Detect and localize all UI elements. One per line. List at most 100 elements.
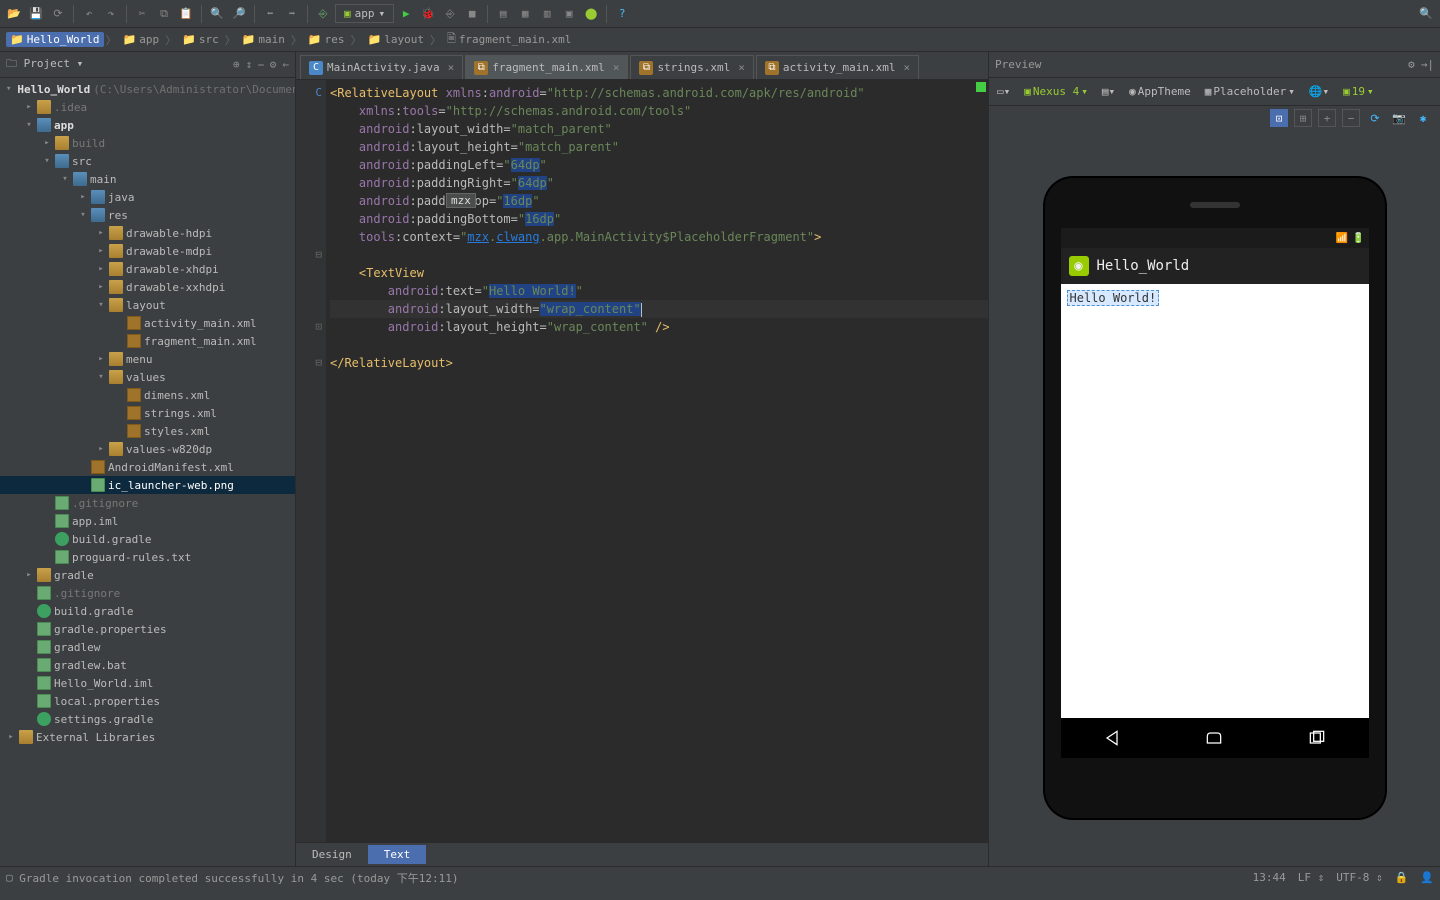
- minimize-icon[interactable]: ←: [282, 58, 289, 72]
- crumb-src[interactable]: 📁 src: [178, 32, 223, 47]
- close-icon[interactable]: ×: [904, 61, 911, 74]
- tree-item[interactable]: ▾main: [0, 170, 295, 188]
- tree-item[interactable]: ic_launcher-web.png: [0, 476, 295, 494]
- close-icon[interactable]: ×: [738, 61, 745, 74]
- run-icon[interactable]: ▶: [396, 4, 416, 24]
- tree-item[interactable]: build.gradle: [0, 530, 295, 548]
- project-tree[interactable]: ▾Hello_World (C:\Users\Administrator\Doc…: [0, 78, 295, 866]
- tree-item[interactable]: ▸build: [0, 134, 295, 152]
- tree-item[interactable]: ▸drawable-hdpi: [0, 224, 295, 242]
- tree-item[interactable]: ▾src: [0, 152, 295, 170]
- code-editor[interactable]: <RelativeLayout xmlns:android="http://sc…: [326, 80, 988, 842]
- tree-item[interactable]: .gitignore: [0, 584, 295, 602]
- refresh-icon[interactable]: ⟳: [1366, 109, 1384, 127]
- zoom-out-icon[interactable]: −: [1342, 109, 1360, 127]
- tree-item[interactable]: settings.gradle: [0, 710, 295, 728]
- theme-select[interactable]: ◉ AppTheme: [1125, 83, 1195, 100]
- stop-icon[interactable]: ■: [462, 4, 482, 24]
- crumb-root[interactable]: 📁 Hello_World: [6, 32, 104, 47]
- hector-icon[interactable]: 👤: [1420, 871, 1434, 884]
- help-icon[interactable]: ?: [612, 4, 632, 24]
- tree-item[interactable]: proguard-rules.txt: [0, 548, 295, 566]
- screenshot-icon[interactable]: 📷: [1390, 109, 1408, 127]
- monitor-icon[interactable]: ▣: [559, 4, 579, 24]
- build-icon[interactable]: ⎆: [313, 4, 333, 24]
- settings-preview-icon[interactable]: ✱: [1414, 109, 1432, 127]
- collapse-icon[interactable]: ⊕: [233, 58, 240, 72]
- paste-icon[interactable]: 📋: [176, 4, 196, 24]
- tree-item[interactable]: Hello_World.iml: [0, 674, 295, 692]
- ddms-icon[interactable]: ▥: [537, 4, 557, 24]
- redo-icon[interactable]: ↷: [101, 4, 121, 24]
- tree-item[interactable]: .gitignore: [0, 494, 295, 512]
- close-icon[interactable]: ×: [613, 61, 620, 74]
- tree-item[interactable]: gradle.properties: [0, 620, 295, 638]
- back-icon[interactable]: ⬅: [260, 4, 280, 24]
- sdk-icon[interactable]: ▦: [515, 4, 535, 24]
- zoom-actual-icon[interactable]: ⊞: [1294, 109, 1312, 127]
- status-encoding[interactable]: UTF-8 ⇕: [1336, 871, 1382, 884]
- tree-item[interactable]: ▸External Libraries: [0, 728, 295, 746]
- copy-icon[interactable]: ⧉: [154, 4, 174, 24]
- crumb-layout[interactable]: 📁 layout: [364, 32, 428, 47]
- zoom-fit-icon[interactable]: ⊡: [1270, 109, 1288, 127]
- tree-item[interactable]: gradlew: [0, 638, 295, 656]
- tree-item[interactable]: dimens.xml: [0, 386, 295, 404]
- crumb-res[interactable]: 📁 res: [304, 32, 349, 47]
- cut-icon[interactable]: ✂: [132, 4, 152, 24]
- gear-icon[interactable]: ⚙: [270, 58, 277, 72]
- tree-item[interactable]: local.properties: [0, 692, 295, 710]
- undo-icon[interactable]: ↶: [79, 4, 99, 24]
- tree-item[interactable]: ▾values: [0, 368, 295, 386]
- tree-item[interactable]: ▸java: [0, 188, 295, 206]
- lock-icon[interactable]: 🔒: [1395, 871, 1409, 884]
- layout-canvas[interactable]: Hello World!: [1061, 284, 1369, 718]
- crumb-file[interactable]: 🗎 fragment_main.xml: [443, 29, 575, 50]
- fragment-select[interactable]: ▦ Placeholder▾: [1201, 83, 1299, 100]
- tree-item[interactable]: ▾res: [0, 206, 295, 224]
- sync-icon[interactable]: ⟳: [48, 4, 68, 24]
- tree-item[interactable]: styles.xml: [0, 422, 295, 440]
- find-icon[interactable]: 🔍: [207, 4, 227, 24]
- avd-icon[interactable]: ▤: [493, 4, 513, 24]
- run-config-select[interactable]: ▣app ▾: [335, 4, 394, 23]
- textview[interactable]: Hello World!: [1067, 290, 1160, 306]
- tree-item[interactable]: gradlew.bat: [0, 656, 295, 674]
- tab-design[interactable]: Design: [296, 845, 368, 864]
- status-lf[interactable]: LF ⇕: [1298, 871, 1325, 884]
- forward-icon[interactable]: ➡: [282, 4, 302, 24]
- save-icon[interactable]: 💾: [26, 4, 46, 24]
- editor-tab[interactable]: ⧉fragment_main.xml×: [465, 55, 628, 79]
- debug-icon[interactable]: 🐞: [418, 4, 438, 24]
- editor-tab[interactable]: ⧉strings.xml×: [630, 55, 753, 79]
- api-select[interactable]: ▣ 19▾: [1339, 83, 1378, 100]
- tree-item[interactable]: ▾layout: [0, 296, 295, 314]
- tree-item[interactable]: strings.xml: [0, 404, 295, 422]
- tree-item[interactable]: ▸drawable-xhdpi: [0, 260, 295, 278]
- tree-item[interactable]: ▸.idea: [0, 98, 295, 116]
- replace-icon[interactable]: 🔎: [229, 4, 249, 24]
- crumb-app[interactable]: 📁 app: [119, 32, 164, 47]
- search-icon[interactable]: 🔍: [1416, 4, 1436, 24]
- editor-tab[interactable]: CMainActivity.java×: [300, 55, 463, 79]
- tree-item[interactable]: ▸drawable-xxhdpi: [0, 278, 295, 296]
- attach-icon[interactable]: ⎆: [440, 4, 460, 24]
- tree-item[interactable]: ▸gradle: [0, 566, 295, 584]
- editor-tab[interactable]: ⧉activity_main.xml×: [756, 55, 919, 79]
- hide-preview-icon[interactable]: →|: [1421, 58, 1434, 71]
- gear-icon[interactable]: ⚙: [1408, 58, 1415, 71]
- crumb-main[interactable]: 📁 main: [238, 32, 289, 47]
- tree-item[interactable]: ▾app: [0, 116, 295, 134]
- close-icon[interactable]: ×: [448, 61, 455, 74]
- tree-item[interactable]: ▸drawable-mdpi: [0, 242, 295, 260]
- tree-item[interactable]: fragment_main.xml: [0, 332, 295, 350]
- tree-item[interactable]: ▸values-w820dp: [0, 440, 295, 458]
- tab-text[interactable]: Text: [368, 845, 427, 864]
- device-select[interactable]: ▣ Nexus 4▾: [1020, 83, 1092, 100]
- android-icon[interactable]: ⬤: [581, 4, 601, 24]
- orientation-icon[interactable]: ▭▾: [993, 83, 1014, 100]
- tree-item[interactable]: ▸menu: [0, 350, 295, 368]
- tree-item[interactable]: AndroidManifest.xml: [0, 458, 295, 476]
- config-icon[interactable]: ▤▾: [1098, 83, 1119, 100]
- tree-item[interactable]: build.gradle: [0, 602, 295, 620]
